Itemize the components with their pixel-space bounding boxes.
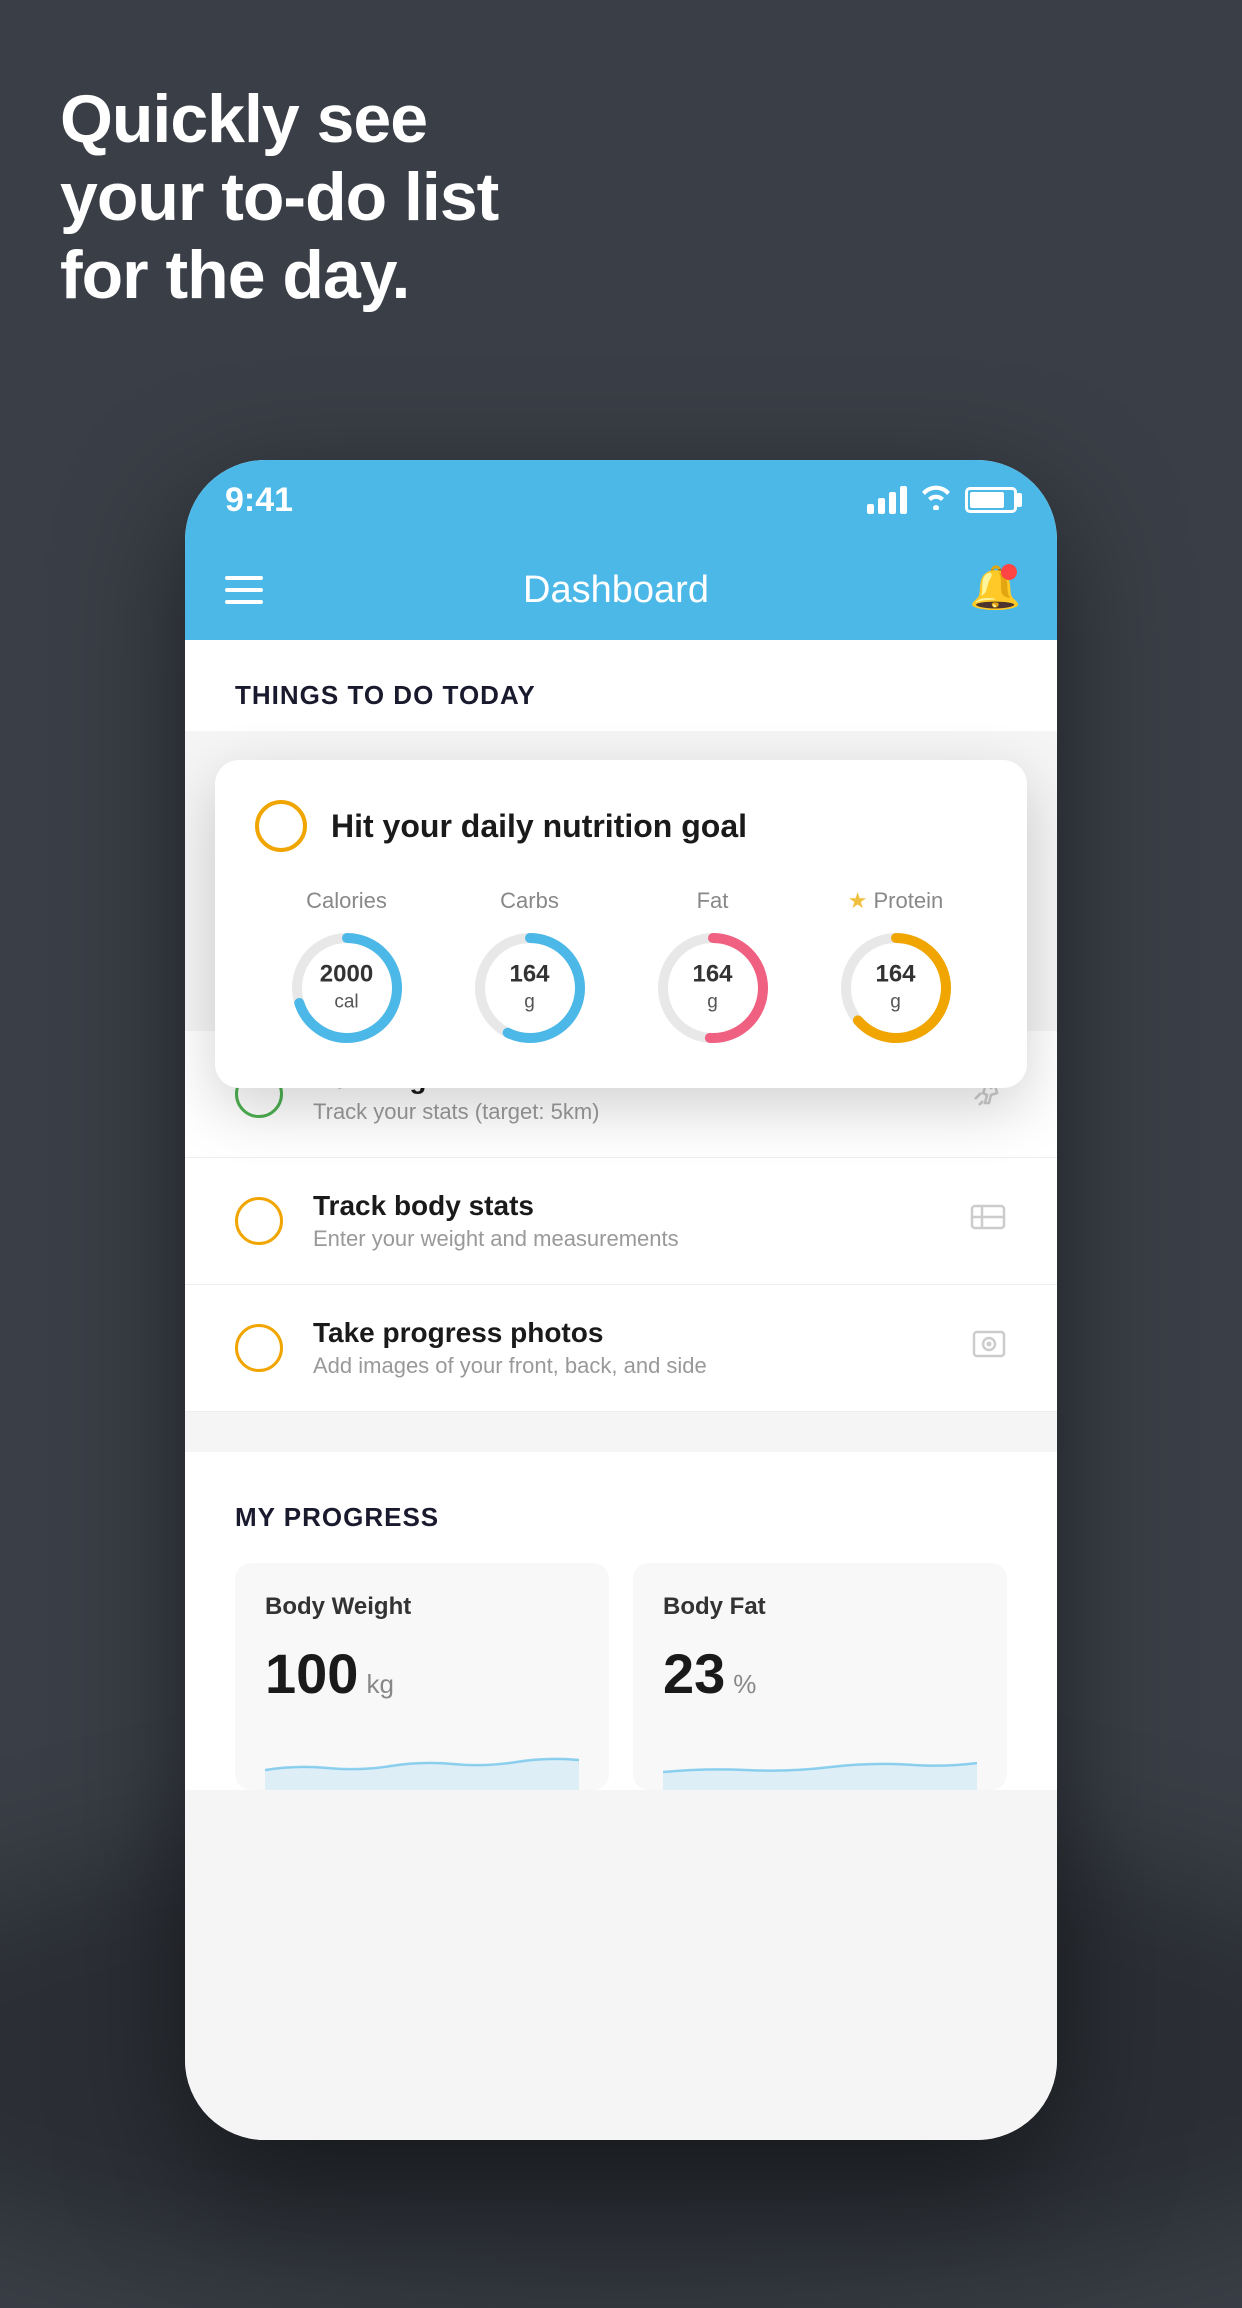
hero-line3: for the day. [60, 236, 498, 314]
body-stats-icon [969, 1200, 1007, 1243]
progress-section: MY PROGRESS Body Weight 100 kg [185, 1452, 1057, 1790]
nutrition-carbs: Carbs 164g [470, 888, 590, 1048]
body-stats-circle [235, 1197, 283, 1245]
protein-circle: 164g [836, 928, 956, 1048]
body-weight-card[interactable]: Body Weight 100 kg [235, 1563, 609, 1790]
menu-button[interactable] [225, 576, 263, 604]
card-header: Hit your daily nutrition goal [255, 800, 987, 852]
wifi-icon [919, 484, 953, 517]
running-subtitle: Track your stats (target: 5km) [313, 1099, 937, 1125]
nutrition-circles: Calories 2000cal Carbs [255, 888, 987, 1048]
protein-label: ★ Protein [848, 888, 943, 914]
header-title: Dashboard [523, 569, 709, 612]
hero-line2: your to-do list [60, 158, 498, 236]
todo-item-photos[interactable]: Take progress photos Add images of your … [185, 1285, 1057, 1412]
body-fat-unit: % [733, 1669, 756, 1700]
status-time: 9:41 [225, 481, 293, 520]
body-weight-value: 100 [265, 1641, 358, 1706]
notification-badge [1001, 564, 1017, 580]
todo-list: Running Track your stats (target: 5km) T… [185, 1031, 1057, 1412]
nutrition-protein: ★ Protein 164g [836, 888, 956, 1048]
todo-item-body-stats[interactable]: Track body stats Enter your weight and m… [185, 1158, 1057, 1285]
nutrition-fat: Fat 164g [653, 888, 773, 1048]
nutrition-calories: Calories 2000cal [287, 888, 407, 1048]
signal-icon [867, 486, 907, 514]
body-stats-subtitle: Enter your weight and measurements [313, 1226, 939, 1252]
photos-subtitle: Add images of your front, back, and side [313, 1353, 941, 1379]
photos-icon [971, 1327, 1007, 1370]
carbs-circle: 164g [470, 928, 590, 1048]
carbs-label: Carbs [500, 888, 559, 914]
calories-circle: 2000cal [287, 928, 407, 1048]
status-bar: 9:41 [185, 460, 1057, 540]
card-title: Hit your daily nutrition goal [331, 808, 747, 845]
task-circle-nutrition [255, 800, 307, 852]
photos-title: Take progress photos [313, 1317, 941, 1349]
app-header: Dashboard 🔔 [185, 540, 1057, 640]
progress-cards: Body Weight 100 kg Body Fat [235, 1563, 1007, 1790]
status-icons [867, 484, 1017, 517]
calories-label: Calories [306, 888, 387, 914]
fat-circle: 164g [653, 928, 773, 1048]
hero-line1: Quickly see [60, 80, 498, 158]
phone-frame: 9:41 Dashboard 🔔 [185, 460, 1057, 2140]
body-fat-value: 23 [663, 1641, 725, 1706]
things-section-title: THINGS TO DO TODAY [235, 680, 1007, 731]
body-fat-card[interactable]: Body Fat 23 % [633, 1563, 1007, 1790]
body-weight-chart [265, 1730, 579, 1790]
battery-icon [965, 487, 1017, 513]
fat-label: Fat [697, 888, 729, 914]
phone-content: THINGS TO DO TODAY Hit your daily nutrit… [185, 640, 1057, 2140]
hero-text: Quickly see your to-do list for the day. [60, 80, 498, 315]
nutrition-card[interactable]: Hit your daily nutrition goal Calories 2… [215, 760, 1027, 1088]
body-fat-title: Body Fat [663, 1593, 977, 1621]
progress-title: MY PROGRESS [235, 1502, 1007, 1533]
photos-circle [235, 1324, 283, 1372]
star-icon: ★ [848, 888, 868, 914]
notifications-button[interactable]: 🔔 [969, 564, 1017, 616]
things-section: THINGS TO DO TODAY [185, 640, 1057, 731]
body-stats-title: Track body stats [313, 1190, 939, 1222]
body-weight-title: Body Weight [265, 1593, 579, 1621]
body-weight-unit: kg [366, 1669, 393, 1700]
body-fat-chart [663, 1730, 977, 1790]
